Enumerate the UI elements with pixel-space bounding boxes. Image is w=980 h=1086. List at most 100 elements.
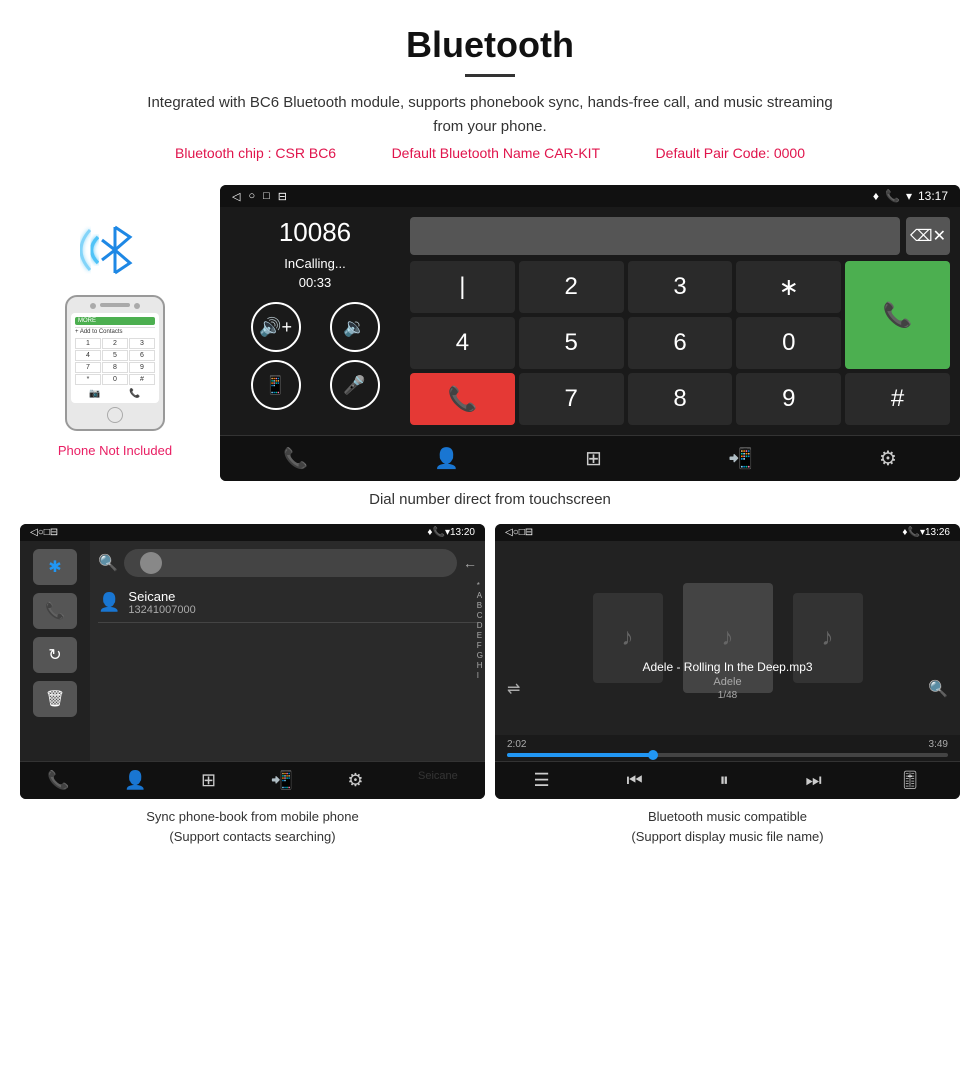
phonebook-caption: Sync phone-book from mobile phone (Suppo… xyxy=(20,807,485,846)
car-transfer-icon[interactable]: 📲 xyxy=(728,446,753,471)
pb-search-row: 🔍 ← xyxy=(98,549,477,577)
pb-search-bar[interactable] xyxy=(124,549,457,577)
progress-bar[interactable] xyxy=(507,753,948,757)
music-status-bar: ◁ ○ □ ⊟ ♦ 📞 ▾ 13:26 xyxy=(495,524,960,541)
backspace-button[interactable]: ⌫✕ xyxy=(906,217,950,255)
pb-bottom-keypad[interactable]: ⊞ xyxy=(201,770,216,791)
car-screen-container: ◁ ○ □ ⊟ ♦ 📞 ▾ 13:17 10086 InCalling... xyxy=(220,185,960,481)
alpha-list: * A B C D E F G H I xyxy=(477,581,483,680)
car-settings-icon[interactable]: ⚙ xyxy=(879,446,897,471)
music-play-pause-icon[interactable]: ⏸ xyxy=(720,770,729,791)
pb-bottom-phone[interactable]: 📞 xyxy=(47,770,69,791)
main-section: MORE + Add to Contacts 123 456 789 *0# 📷… xyxy=(0,185,980,481)
contact-name: Seicane xyxy=(128,589,195,604)
wifi-icon: ▾ xyxy=(906,189,912,203)
phonebook-main: 🔍 ← 👤 Seicane 13241007000 xyxy=(90,541,485,761)
car-screen: ◁ ○ □ ⊟ ♦ 📞 ▾ 13:17 10086 InCalling... xyxy=(220,185,960,481)
pb-bottom-settings[interactable]: ⚙ xyxy=(347,770,363,791)
car-keypad-icon[interactable]: ⊞ xyxy=(585,446,602,471)
phone-mockup: MORE + Add to Contacts 123 456 789 *0# 📷… xyxy=(65,295,165,431)
volume-up-button[interactable]: 🔊+ xyxy=(251,302,301,352)
car-contacts-icon[interactable]: 👤 xyxy=(434,446,459,471)
phone-sensor xyxy=(134,303,140,309)
sidebar-bluetooth-icon[interactable]: ✱ xyxy=(33,549,77,585)
phone-side: MORE + Add to Contacts 123 456 789 *0# 📷… xyxy=(20,185,210,458)
pb-nav-back[interactable]: ◁ xyxy=(30,527,38,538)
page-title: Bluetooth xyxy=(20,24,960,66)
music-screen: ◁ ○ □ ⊟ ♦ 📞 ▾ 13:26 ♪ ♪ ♪ ⇌ Adele - Roll… xyxy=(495,524,960,799)
car-phone-icon[interactable]: 📞 xyxy=(283,446,308,471)
key-5[interactable]: 5 xyxy=(519,317,624,369)
nav-recent[interactable]: □ xyxy=(263,190,270,202)
track-info: 1/48 xyxy=(495,690,960,701)
volume-down-button[interactable]: 🔉 xyxy=(330,302,380,352)
numpad-grid: | 2 3 ∗ 📞 4 5 6 0 📞 7 8 9 # xyxy=(410,261,950,425)
key-0[interactable]: 0 xyxy=(736,317,841,369)
dialed-number: 10086 xyxy=(230,217,400,248)
main-caption: Dial number direct from touchscreen xyxy=(0,491,980,508)
end-call-button[interactable]: 📞 xyxy=(410,373,515,425)
sidebar-sync-icon[interactable]: ↻ xyxy=(33,637,77,673)
music-search-icon[interactable]: 🔍 xyxy=(928,679,948,699)
call-timer: 00:33 xyxy=(230,275,400,290)
location-icon: ♦ xyxy=(873,189,879,203)
music-layout: ♪ ♪ ♪ ⇌ Adele - Rolling In the Deep.mp3 … xyxy=(495,541,960,761)
seicane-watermark-pb: Seicane xyxy=(418,770,458,791)
pb-bottom-contacts[interactable]: 👤 xyxy=(124,770,146,791)
search-ball xyxy=(140,552,162,574)
phone-bottom-icons: 📷 📞 xyxy=(75,388,155,399)
nav-home[interactable]: ○ xyxy=(248,190,255,202)
music-times: 2:02 3:49 xyxy=(507,739,948,750)
key-3[interactable]: 3 xyxy=(628,261,733,313)
page-header: Bluetooth Integrated with BC6 Bluetooth … xyxy=(0,0,980,185)
answer-call-button[interactable]: 📞 xyxy=(845,261,950,369)
search-icon: 🔍 xyxy=(98,553,118,573)
contact-item-seicane[interactable]: 👤 Seicane 13241007000 xyxy=(98,583,477,623)
key-hash[interactable]: # xyxy=(845,373,950,425)
sidebar-phone-icon[interactable]: 📞 xyxy=(33,593,77,629)
sidebar-delete-icon[interactable]: 🗑 xyxy=(33,681,77,717)
key-1[interactable]: | xyxy=(410,261,515,313)
music-next-icon[interactable]: ⏭ xyxy=(806,770,822,791)
pb-nav-extra[interactable]: ⊟ xyxy=(50,527,58,538)
key-8[interactable]: 8 xyxy=(628,373,733,425)
nav-back[interactable]: ◁ xyxy=(232,190,240,203)
song-title: Adele - Rolling In the Deep.mp3 xyxy=(495,660,960,674)
page-description: Integrated with BC6 Bluetooth module, su… xyxy=(140,91,840,139)
key-2[interactable]: 2 xyxy=(519,261,624,313)
numpad-input-box[interactable] xyxy=(410,217,900,255)
mute-button[interactable]: 🎤 xyxy=(330,360,380,410)
music-progress-area: 2:02 3:49 xyxy=(495,735,960,761)
phone-numpad: 123 456 789 *0# xyxy=(75,338,155,385)
phone-not-included-label: Phone Not Included xyxy=(58,443,172,458)
pb-clock: 13:20 xyxy=(450,527,475,538)
call-status: InCalling... xyxy=(230,256,400,271)
phone-home-button[interactable] xyxy=(107,407,123,423)
music-eq-icon[interactable]: 🎚 xyxy=(899,770,922,791)
music-prev-icon[interactable]: ⏮ xyxy=(627,770,643,791)
pb-bottom-bar: 📞 👤 ⊞ 📲 ⚙ Seicane xyxy=(20,761,485,799)
car-status-left: ◁ ○ □ ⊟ xyxy=(232,190,287,203)
pb-back-arrow[interactable]: ← xyxy=(463,555,477,571)
key-6[interactable]: 6 xyxy=(628,317,733,369)
music-bottom-bar: ☰ ⏮ ⏸ ⏭ 🎚 xyxy=(495,761,960,799)
phone-add-contact: + Add to Contacts xyxy=(75,327,155,336)
progress-dot[interactable] xyxy=(648,750,658,760)
spec-name: Default Bluetooth Name CAR-KIT xyxy=(392,145,601,161)
bluetooth-icon xyxy=(80,215,150,285)
music-nav-back[interactable]: ◁ xyxy=(505,527,513,538)
contact-info: Seicane 13241007000 xyxy=(128,589,195,616)
music-nav-extra[interactable]: ⊟ xyxy=(525,527,533,538)
music-playlist-icon[interactable]: ☰ xyxy=(533,770,549,791)
key-asterisk[interactable]: ∗ xyxy=(736,261,841,313)
key-9[interactable]: 9 xyxy=(736,373,841,425)
key-7[interactable]: 7 xyxy=(519,373,624,425)
music-screen-wrap: ◁ ○ □ ⊟ ♦ 📞 ▾ 13:26 ♪ ♪ ♪ ⇌ Adele - Roll… xyxy=(495,524,960,846)
music-call-icon: 📞 xyxy=(907,527,919,538)
nav-extra[interactable]: ⊟ xyxy=(278,190,287,203)
car-bottom-bar: 📞 👤 ⊞ 📲 ⚙ xyxy=(220,435,960,481)
key-4[interactable]: 4 xyxy=(410,317,515,369)
title-divider xyxy=(465,74,515,77)
pb-bottom-transfer[interactable]: 📲 xyxy=(271,770,293,791)
transfer-button[interactable]: 📱 xyxy=(251,360,301,410)
